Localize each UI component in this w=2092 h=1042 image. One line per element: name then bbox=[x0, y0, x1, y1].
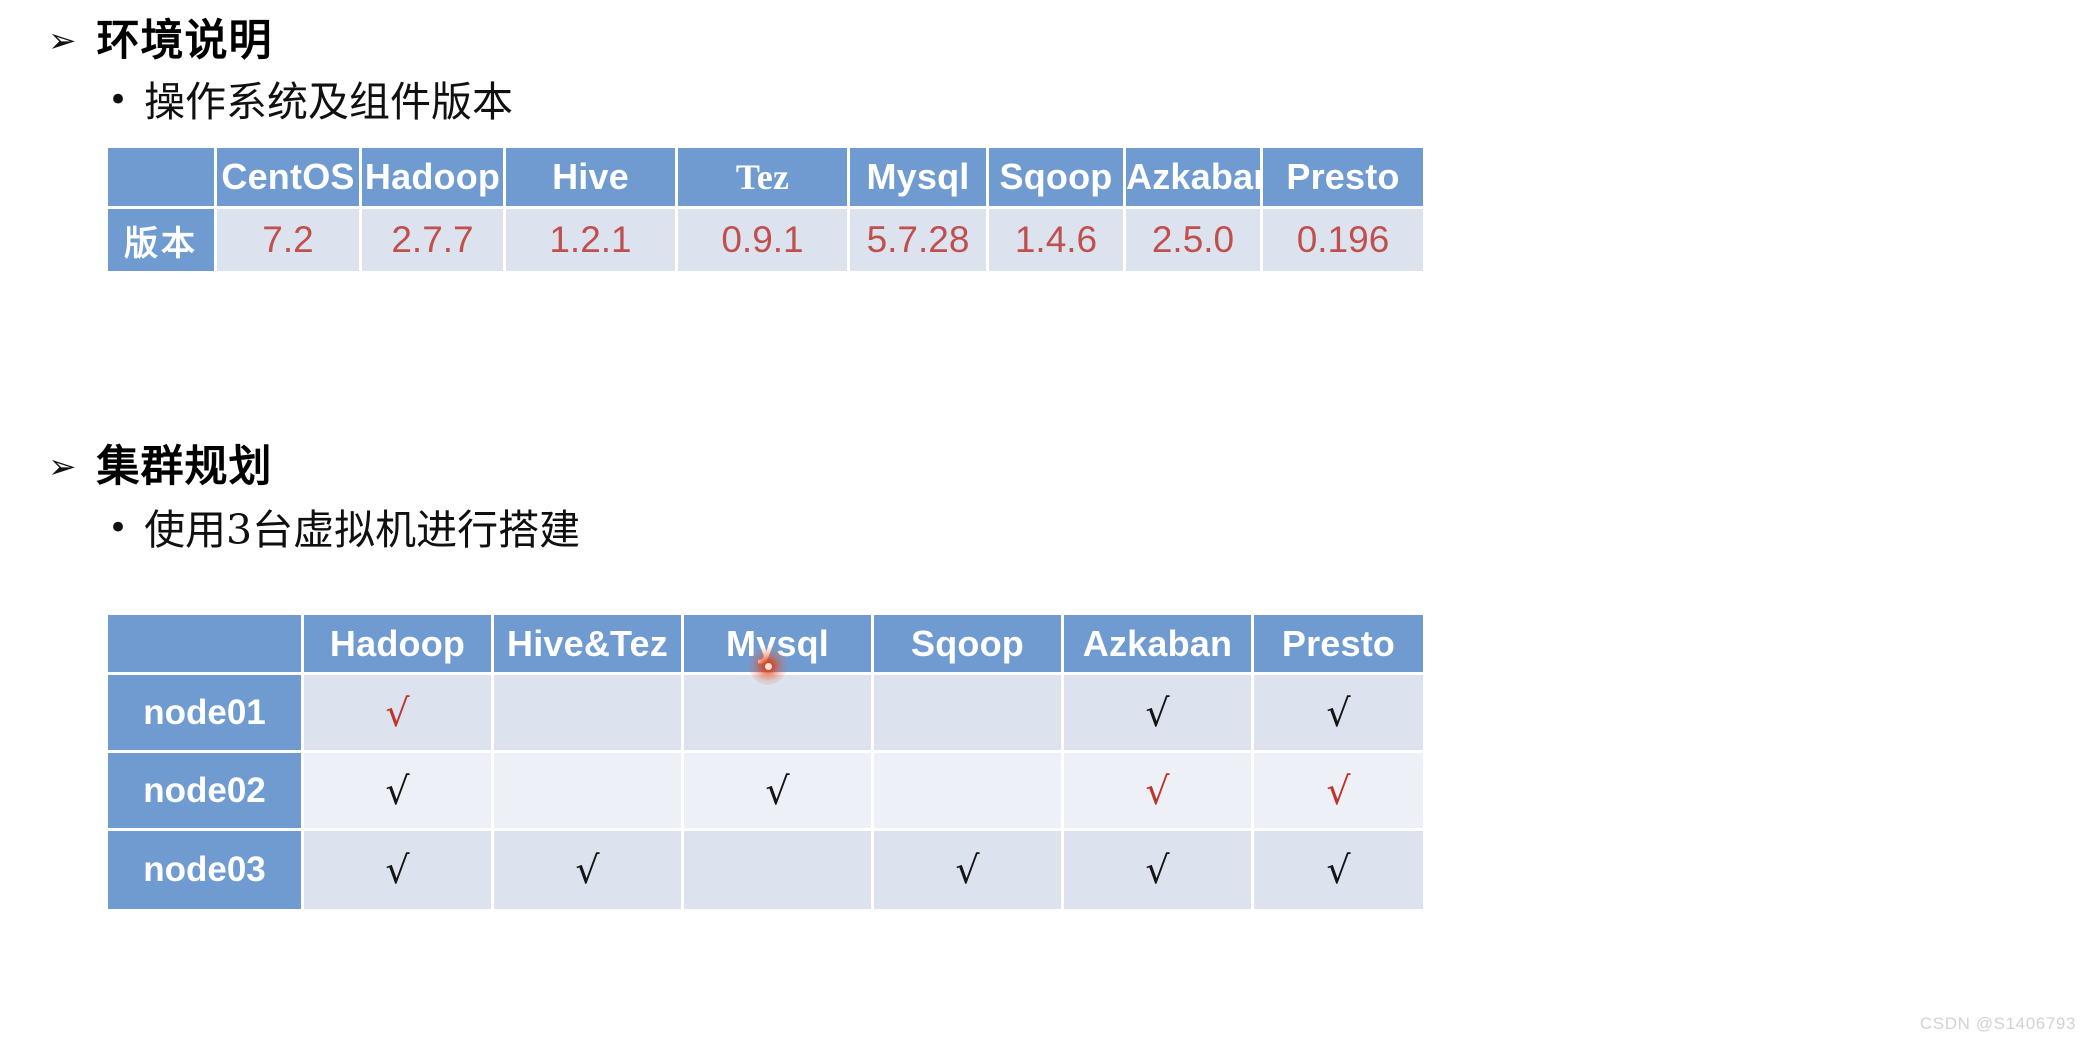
cluster-cell-node01-azkaban: √ bbox=[1064, 675, 1254, 753]
cluster-cell-node03-hive-tez: √ bbox=[494, 831, 684, 909]
check-icon: √ bbox=[1326, 848, 1351, 892]
check-icon: √ bbox=[1326, 768, 1351, 813]
version-table-corner-cell bbox=[108, 148, 217, 209]
version-table-header-row: CentOS Hadoop Hive Tez Mysql Sqoop Azkab… bbox=[108, 148, 1423, 209]
watermark-label: CSDN @S1406793 bbox=[1919, 1014, 2076, 1033]
check-icon: √ bbox=[1326, 690, 1351, 735]
cluster-cell-node02-hadoop: √ bbox=[304, 753, 494, 831]
table-row: node03 √ √ √ √ √ bbox=[108, 831, 1423, 909]
section-heading-environment: ➢ 环境说明 bbox=[48, 20, 273, 63]
cluster-col-header-hadoop: Hadoop bbox=[304, 615, 494, 675]
cluster-cell-node02-azkaban: √ bbox=[1064, 753, 1254, 831]
version-cell-presto: 0.196 bbox=[1263, 209, 1423, 271]
check-icon: √ bbox=[385, 768, 410, 813]
check-icon: √ bbox=[385, 690, 410, 735]
cluster-table-corner-cell bbox=[108, 615, 304, 675]
check-icon: √ bbox=[385, 848, 410, 892]
version-cell-tez: 0.9.1 bbox=[678, 209, 850, 271]
version-col-header-azkaban: Azkaban bbox=[1126, 148, 1263, 209]
check-icon: √ bbox=[765, 768, 790, 813]
version-col-header-sqoop: Sqoop bbox=[989, 148, 1126, 209]
version-row-label: 版本 bbox=[108, 209, 217, 271]
table-row: node01 √ √ √ bbox=[108, 675, 1423, 753]
cluster-table: Hadoop Hive&Tez Mysql Sqoop Azkaban Pres… bbox=[108, 615, 1423, 909]
cluster-cell-node02-sqoop bbox=[874, 753, 1064, 831]
check-icon: √ bbox=[575, 848, 600, 892]
version-col-header-hive: Hive bbox=[506, 148, 678, 209]
version-table-row: 版本 7.2 2.7.7 1.2.1 0.9.1 5.7.28 1.4.6 2.… bbox=[108, 209, 1423, 271]
cluster-cell-node01-hadoop: √ bbox=[304, 675, 494, 753]
version-cell-sqoop: 1.4.6 bbox=[989, 209, 1126, 271]
section-heading-label: 集群规划 bbox=[96, 442, 273, 492]
cluster-table-header-row: Hadoop Hive&Tez Mysql Sqoop Azkaban Pres… bbox=[108, 615, 1423, 675]
sub-bullet-label: 使用3台虚拟机进行搭建 bbox=[144, 506, 581, 554]
arrow-bullet-icon: ➢ bbox=[48, 20, 77, 61]
check-icon: √ bbox=[1145, 768, 1170, 813]
cluster-cell-node03-sqoop: √ bbox=[874, 831, 1064, 909]
cluster-col-header-presto: Presto bbox=[1254, 615, 1423, 675]
slide-canvas: ➢ 环境说明 • 操作系统及组件版本 CentOS Hadoop Hive Te… bbox=[0, 0, 2092, 1042]
cluster-row-label-node01: node01 bbox=[108, 675, 304, 753]
cluster-cell-node03-presto: √ bbox=[1254, 831, 1423, 909]
check-icon: √ bbox=[955, 848, 980, 892]
version-cell-centos: 7.2 bbox=[217, 209, 362, 271]
version-cell-hadoop: 2.7.7 bbox=[362, 209, 506, 271]
version-col-header-mysql: Mysql bbox=[850, 148, 989, 209]
version-cell-mysql: 5.7.28 bbox=[850, 209, 989, 271]
cluster-cell-node01-presto: √ bbox=[1254, 675, 1423, 753]
table-row: node02 √ √ √ √ bbox=[108, 753, 1423, 831]
dot-bullet-icon: • bbox=[108, 79, 129, 120]
section-heading-label: 环境说明 bbox=[96, 16, 273, 66]
cluster-col-header-mysql: Mysql bbox=[684, 615, 874, 675]
version-table: CentOS Hadoop Hive Tez Mysql Sqoop Azkab… bbox=[108, 148, 1423, 271]
check-icon: √ bbox=[1145, 848, 1170, 892]
version-col-header-presto: Presto bbox=[1263, 148, 1423, 209]
cluster-cell-node01-sqoop bbox=[874, 675, 1064, 753]
cluster-cell-node01-mysql bbox=[684, 675, 874, 753]
version-col-header-hadoop: Hadoop bbox=[362, 148, 506, 209]
section-heading-cluster-plan: ➢ 集群规划 bbox=[48, 446, 273, 489]
cluster-row-label-node02: node02 bbox=[108, 753, 304, 831]
cluster-cell-node02-presto: √ bbox=[1254, 753, 1423, 831]
sub-bullet-os-components: • 操作系统及组件版本 bbox=[108, 82, 513, 123]
cluster-cell-node03-hadoop: √ bbox=[304, 831, 494, 909]
cluster-cell-node02-mysql: √ bbox=[684, 753, 874, 831]
cluster-row-label-node03: node03 bbox=[108, 831, 304, 909]
version-col-header-centos: CentOS bbox=[217, 148, 362, 209]
cluster-col-header-hive-tez: Hive&Tez bbox=[494, 615, 684, 675]
arrow-bullet-icon: ➢ bbox=[48, 446, 77, 487]
sub-bullet-three-vms: • 使用3台虚拟机进行搭建 bbox=[108, 510, 580, 551]
cluster-cell-node01-hive-tez bbox=[494, 675, 684, 753]
check-icon: √ bbox=[1145, 690, 1170, 735]
version-cell-hive: 1.2.1 bbox=[506, 209, 678, 271]
cluster-cell-node03-mysql bbox=[684, 831, 874, 909]
version-cell-azkaban: 2.5.0 bbox=[1126, 209, 1263, 271]
version-col-header-tez: Tez bbox=[678, 148, 850, 209]
cluster-cell-node03-azkaban: √ bbox=[1064, 831, 1254, 909]
cluster-col-header-sqoop: Sqoop bbox=[874, 615, 1064, 675]
dot-bullet-icon: • bbox=[108, 507, 129, 548]
cluster-col-header-azkaban: Azkaban bbox=[1064, 615, 1254, 675]
cluster-cell-node02-hive-tez bbox=[494, 753, 684, 831]
sub-bullet-label: 操作系统及组件版本 bbox=[144, 78, 514, 126]
